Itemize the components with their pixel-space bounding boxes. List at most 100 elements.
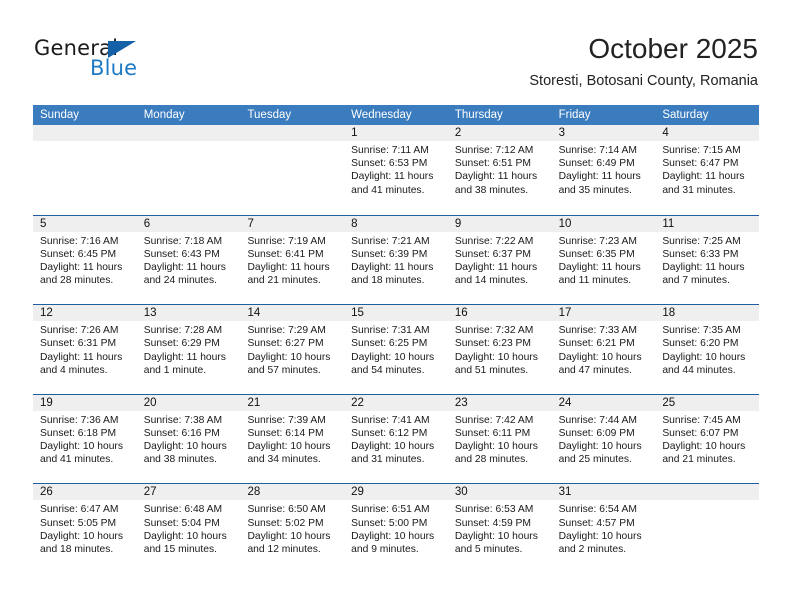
calendar-day-cell[interactable]: 25 Sunrise: 7:45 AM Sunset: 6:07 PM Dayligh… — [655, 394, 760, 484]
calendar-day-cell[interactable]: 5 Sunrise: 7:16 AM Sunset: 6:45 PM Daylight… — [33, 215, 137, 305]
sunrise-text: Sunrise: 7:31 AM — [351, 325, 430, 337]
sunset-text: Sunset: 6:12 PM — [351, 427, 428, 439]
calendar-day-cell[interactable]: 31 Sunrise: 6:54 AM Sunset: 4:57 PM Dayligh… — [551, 484, 656, 573]
sunrise-text: Sunrise: 7:35 AM — [662, 325, 741, 337]
calendar-day-cell[interactable]: 22 Sunrise: 7:41 AM Sunset: 6:12 PM Dayligh… — [344, 394, 448, 484]
daylight-text-line2: and 34 minutes. — [247, 454, 321, 466]
day-number: 10 — [551, 215, 656, 232]
calendar-day-cell[interactable]: 8 Sunrise: 7:21 AM Sunset: 6:39 PM Daylight… — [344, 215, 448, 305]
daylight-text-line1: Daylight: 10 hours — [351, 530, 435, 542]
calendar-day-cell[interactable]: 14 Sunrise: 7:29 AM Sunset: 6:27 PM Dayligh… — [240, 305, 345, 394]
calendar-day-cell[interactable]: 10 Sunrise: 7:23 AM Sunset: 6:35 PM Dayligh… — [551, 215, 656, 305]
location-subtitle: Storesti, Botosani County, Romania — [529, 73, 758, 89]
weekday-header-wednesday: Wednesday — [351, 109, 412, 121]
daylight-text-line2: and 31 minutes. — [662, 184, 736, 196]
sunset-text: Sunset: 6:37 PM — [454, 248, 532, 260]
calendar-day-cell[interactable]: 13 Sunrise: 7:28 AM Sunset: 6:29 PM Dayligh… — [136, 305, 241, 394]
daylight-text-line2: and 21 minutes. — [247, 275, 321, 287]
calendar-day-cell[interactable]: 4 Sunrise: 7:15 AM Sunset: 6:47 PM Daylight… — [655, 125, 760, 215]
daylight-text-line1: Daylight: 11 hours — [247, 262, 330, 273]
day-number: 21 — [240, 394, 345, 411]
calendar-week-row: 1 Sunrise: 7:11 AM Sunset: 6:53 PM Daylight… — [33, 125, 760, 215]
calendar-week-row: 19 Sunrise: 7:36 AM Sunset: 6:18 PM Dayligh… — [33, 393, 760, 484]
sunrise-text: Sunrise: 7:45 AM — [662, 414, 741, 426]
day-detail: Sunrise: 7:12 AM Sunset: 6:51 PM Daylight:… — [448, 141, 552, 197]
sunrise-text: Sunrise: 6:51 AM — [351, 504, 430, 516]
sunrise-text: Sunrise: 6:50 AM — [247, 504, 326, 516]
calendar-day-cell[interactable]: 16 Sunrise: 7:32 AM Sunset: 6:23 PM Dayligh… — [447, 305, 552, 394]
daylight-text-line2: and 38 minutes. — [454, 184, 529, 196]
calendar-day-cell[interactable]: 24 Sunrise: 7:44 AM Sunset: 6:09 PM Dayligh… — [551, 394, 656, 484]
sunset-text: Sunset: 6:43 PM — [143, 248, 220, 260]
sunrise-text: Sunrise: 7:19 AM — [247, 235, 326, 247]
day-detail: Sunrise: 6:54 AM Sunset: 4:57 PM Daylight:… — [552, 500, 656, 556]
sunrise-text: Sunrise: 7:11 AM — [351, 145, 429, 156]
sunset-text: Sunset: 6:21 PM — [558, 338, 635, 350]
sunrise-text: Sunrise: 7:22 AM — [454, 235, 534, 247]
day-number: 27 — [136, 484, 241, 501]
daylight-text-line1: Daylight: 11 hours — [558, 171, 641, 183]
sunset-text: Sunset: 4:59 PM — [454, 517, 532, 529]
calendar-day-cell[interactable]: 29 Sunrise: 6:51 AM Sunset: 5:00 PM Dayligh… — [344, 484, 448, 573]
daylight-text-line2: and 18 minutes. — [351, 275, 425, 287]
weekday-header-row: Sunday Monday Tuesday Wednesday Thursday Frid… — [33, 105, 759, 125]
day-number: 15 — [344, 305, 448, 322]
daylight-text-line1: Daylight: 10 hours — [351, 441, 435, 453]
calendar-day-cell[interactable]: 21 Sunrise: 7:39 AM Sunset: 6:14 PM Dayligh… — [240, 394, 345, 484]
sunset-text: Sunset: 6:16 PM — [143, 427, 220, 439]
calendar-day-cell[interactable]: 30 Sunrise: 6:53 AM Sunset: 4:59 PM Dayligh… — [447, 484, 552, 573]
daylight-text-line1: Daylight: 11 hours — [662, 262, 745, 273]
calendar-day-cell[interactable]: 2 Sunrise: 7:12 AM Sunset: 6:51 PM Daylight… — [447, 125, 552, 215]
calendar-day-cell[interactable]: 26 Sunrise: 6:47 AM Sunset: 5:05 PM Dayligh… — [33, 484, 137, 573]
calendar-day-cell[interactable]: 27 Sunrise: 6:48 AM Sunset: 5:04 PM Dayligh… — [136, 484, 241, 573]
calendar-day-cell[interactable]: 15 Sunrise: 7:31 AM Sunset: 6:25 PM Dayligh… — [344, 305, 448, 394]
daylight-text-line1: Daylight: 10 hours — [40, 530, 123, 542]
calendar-day-cell[interactable]: 18 Sunrise: 7:35 AM Sunset: 6:20 PM Dayligh… — [655, 305, 760, 394]
day-number: 14 — [240, 305, 345, 322]
sunset-text: Sunset: 5:02 PM — [247, 517, 324, 529]
sunset-text: Sunset: 6:41 PM — [247, 248, 324, 260]
sunrise-text: Sunrise: 6:47 AM — [40, 504, 119, 516]
day-number: 8 — [344, 215, 448, 232]
day-detail: Sunrise: 7:44 AM Sunset: 6:09 PM Daylight:… — [552, 411, 656, 467]
day-number: 31 — [551, 484, 656, 501]
daylight-text-line1: Daylight: 10 hours — [558, 441, 642, 453]
calendar-day-cell[interactable]: 7 Sunrise: 7:19 AM Sunset: 6:41 PM Daylight… — [240, 215, 345, 305]
day-detail: Sunrise: 7:21 AM Sunset: 6:39 PM Daylight:… — [344, 232, 448, 288]
sunset-text: Sunset: 6:51 PM — [454, 158, 532, 170]
daylight-text-line1: Daylight: 10 hours — [558, 530, 642, 542]
sunrise-text: Sunrise: 7:18 AM — [143, 235, 223, 247]
day-detail: Sunrise: 7:33 AM Sunset: 6:21 PM Daylight:… — [552, 321, 656, 377]
calendar-day-cell[interactable]: 28 Sunrise: 6:50 AM Sunset: 5:02 PM Dayligh… — [240, 484, 345, 573]
calendar-day-cell[interactable]: 23 Sunrise: 7:42 AM Sunset: 6:11 PM Dayligh… — [447, 394, 552, 484]
sunrise-text: Sunrise: 6:53 AM — [454, 504, 534, 516]
day-detail: Sunrise: 7:18 AM Sunset: 6:43 PM Daylight:… — [137, 232, 241, 288]
calendar-day-cell[interactable]: 1 Sunrise: 7:11 AM Sunset: 6:53 PM Daylight… — [344, 125, 448, 215]
calendar-week-row: 12 Sunrise: 7:26 AM Sunset: 6:31 PM Dayligh… — [33, 304, 760, 394]
calendar-day-cell[interactable]: 17 Sunrise: 7:33 AM Sunset: 6:21 PM Dayligh… — [551, 305, 656, 394]
page-title: October 2025 — [588, 33, 758, 64]
sunrise-text: Sunrise: 7:23 AM — [558, 235, 638, 247]
sunset-text: Sunset: 6:53 PM — [351, 158, 428, 170]
day-detail: Sunrise: 6:50 AM Sunset: 5:02 PM Daylight:… — [240, 500, 344, 556]
day-detail: Sunrise: 6:47 AM Sunset: 5:05 PM Daylight:… — [33, 500, 137, 556]
day-detail: Sunrise: 7:39 AM Sunset: 6:14 PM Daylight:… — [240, 411, 344, 467]
calendar-day-cell[interactable]: 11 Sunrise: 7:25 AM Sunset: 6:33 PM Dayligh… — [655, 215, 760, 305]
calendar-day-cell-empty — [240, 125, 345, 215]
daylight-text-line1: Daylight: 11 hours — [558, 262, 641, 273]
sunrise-text: Sunrise: 7:39 AM — [247, 414, 326, 426]
calendar-day-cell[interactable]: 9 Sunrise: 7:22 AM Sunset: 6:37 PM Daylight… — [447, 215, 552, 305]
day-number: 26 — [33, 484, 137, 501]
calendar-day-cell[interactable]: 20 Sunrise: 7:38 AM Sunset: 6:16 PM Dayligh… — [136, 394, 241, 484]
daylight-text-line1: Daylight: 11 hours — [143, 262, 226, 273]
day-detail: Sunrise: 7:29 AM Sunset: 6:27 PM Daylight:… — [240, 321, 344, 377]
calendar-day-cell[interactable]: 12 Sunrise: 7:26 AM Sunset: 6:31 PM Dayligh… — [33, 305, 137, 394]
calendar-day-cell[interactable]: 3 Sunrise: 7:14 AM Sunset: 6:49 PM Daylight… — [551, 125, 656, 215]
daylight-text-line2: and 11 minutes. — [558, 275, 632, 287]
day-number — [136, 125, 241, 141]
weekday-header-thursday: Thursday — [454, 109, 503, 121]
calendar-day-cell[interactable]: 6 Sunrise: 7:18 AM Sunset: 6:43 PM Daylight… — [136, 215, 241, 305]
calendar-day-cell[interactable]: 19 Sunrise: 7:36 AM Sunset: 6:18 PM Dayligh… — [33, 394, 137, 484]
general-blue-logo[interactable]: General Blue — [34, 36, 234, 88]
day-number: 28 — [240, 484, 345, 501]
